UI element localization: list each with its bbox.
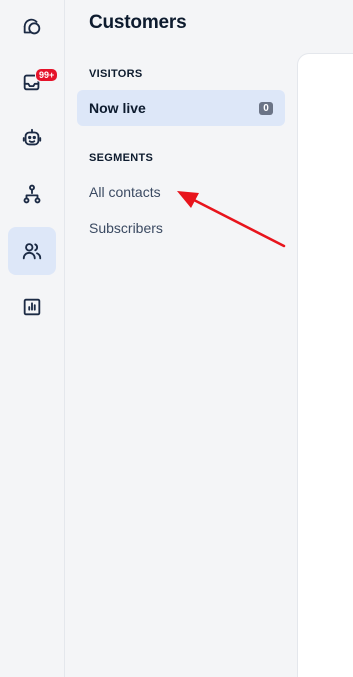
nav-item-all-contacts[interactable]: All contacts xyxy=(77,174,285,210)
chat-bubbles-icon xyxy=(23,18,41,35)
main-content xyxy=(297,53,353,677)
customers-panel: Customers VISITORS Now live 0 SEGMENTS A… xyxy=(65,0,297,677)
page-title: Customers xyxy=(89,12,187,33)
segments-section-label: SEGMENTS xyxy=(89,152,154,164)
nav-item-now-live[interactable]: Now live 0 xyxy=(77,90,285,126)
rail-item-inbox[interactable]: 99+ xyxy=(8,58,59,106)
nav-item-subscribers[interactable]: Subscribers xyxy=(77,210,285,246)
icon-rail: 99+ xyxy=(0,0,65,677)
rail-item-analytics[interactable] xyxy=(8,283,56,331)
rail-item-bots[interactable] xyxy=(8,114,56,162)
analytics-chart-icon xyxy=(23,298,41,316)
rail-item-contacts[interactable] xyxy=(8,227,56,275)
bot-icon xyxy=(22,128,42,146)
unread-count-badge: 99+ xyxy=(35,68,59,82)
contacts-icon xyxy=(22,243,42,260)
rail-item-flows[interactable] xyxy=(8,170,56,218)
rail-item-conversations[interactable] xyxy=(8,3,56,51)
nav-item-label: Now live xyxy=(89,100,146,116)
nav-item-label: Subscribers xyxy=(89,220,163,236)
count-badge: 0 xyxy=(259,101,273,115)
nav-item-label: All contacts xyxy=(89,184,161,200)
flow-diagram-icon xyxy=(23,184,41,204)
visitors-section-label: VISITORS xyxy=(89,68,143,80)
